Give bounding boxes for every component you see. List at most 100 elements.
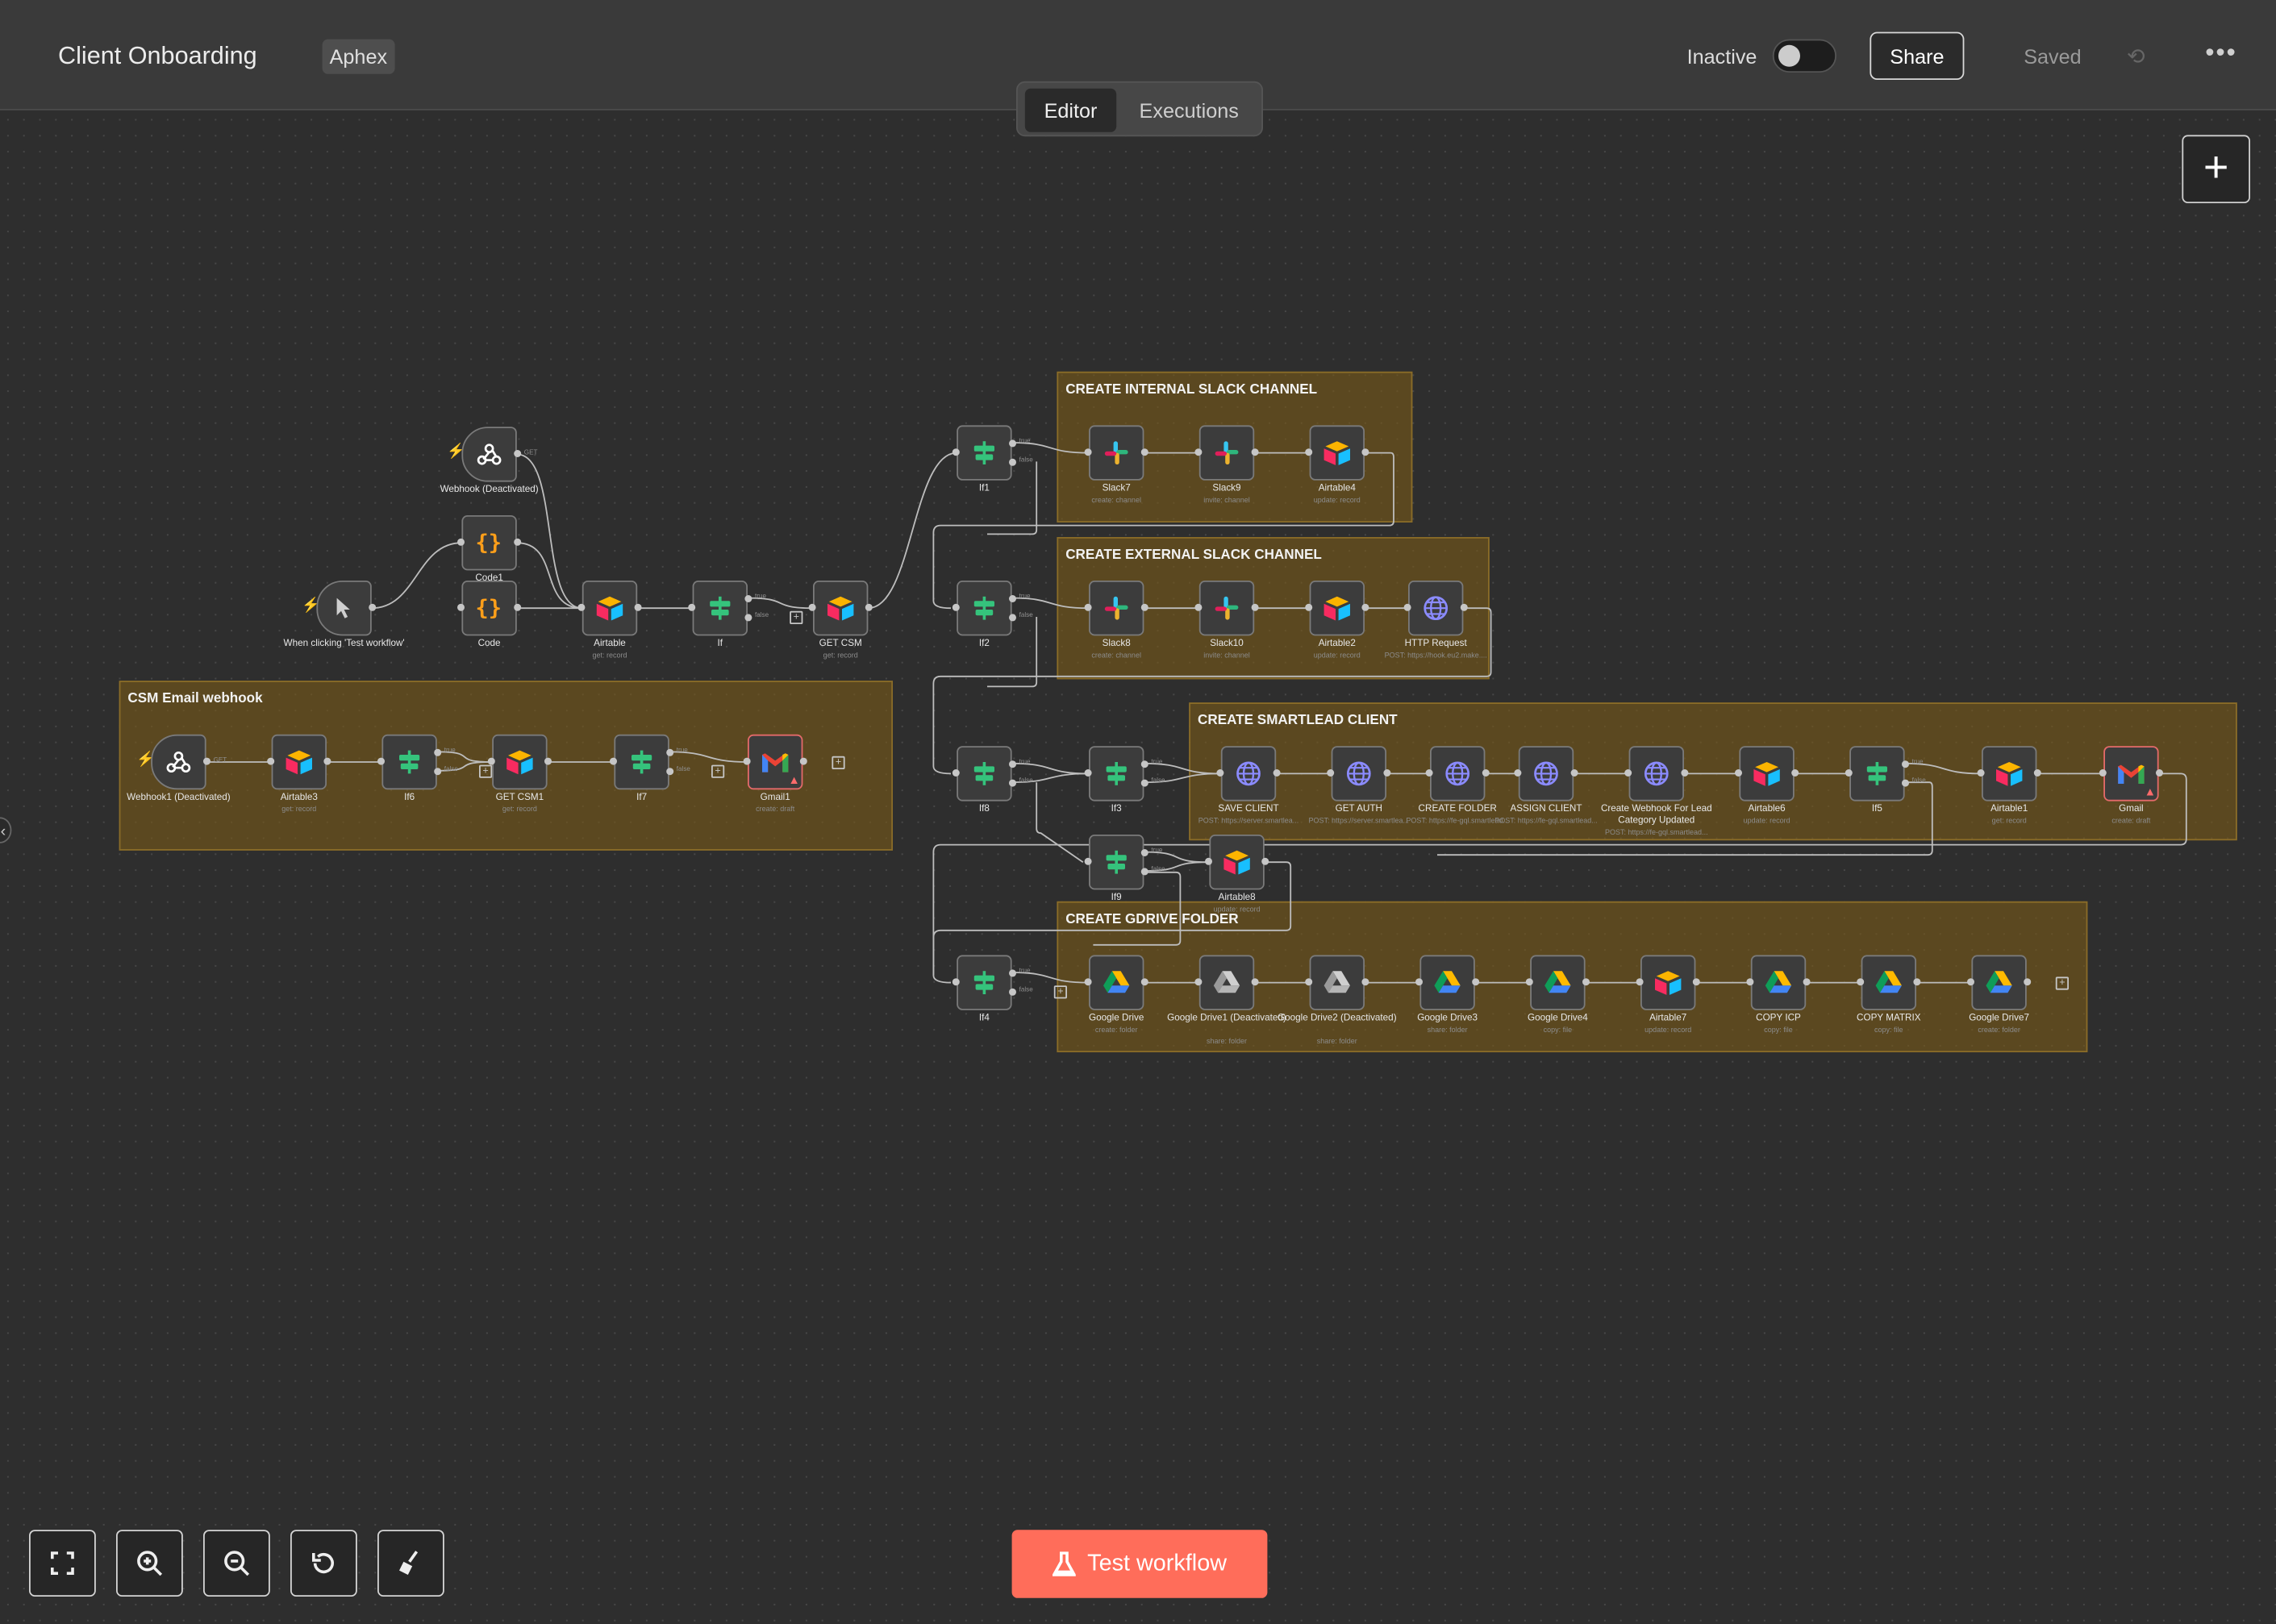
output-port[interactable] xyxy=(1582,978,1590,986)
input-port[interactable] xyxy=(267,757,275,765)
output-port[interactable] xyxy=(544,757,552,765)
output-port-false[interactable] xyxy=(1009,988,1016,996)
zoom-out-button[interactable] xyxy=(203,1530,270,1597)
input-port[interactable] xyxy=(377,757,385,765)
input-port[interactable] xyxy=(1403,603,1411,611)
input-port[interactable] xyxy=(952,978,960,986)
output-port[interactable] xyxy=(1251,978,1259,986)
node-getcsm1[interactable] xyxy=(492,734,548,790)
add-node-plus-icon[interactable]: + xyxy=(711,764,725,778)
output-port[interactable] xyxy=(1251,448,1259,456)
input-port[interactable] xyxy=(1084,448,1092,456)
output-port[interactable] xyxy=(514,538,522,546)
input-port[interactable] xyxy=(1735,769,1742,777)
output-port[interactable] xyxy=(514,450,522,457)
input-port[interactable] xyxy=(1845,769,1853,777)
input-port[interactable] xyxy=(487,757,495,765)
node-webhook[interactable]: ⚡ xyxy=(447,427,517,482)
input-port[interactable] xyxy=(610,757,617,765)
output-port-true[interactable] xyxy=(744,595,752,602)
output-port[interactable] xyxy=(799,757,807,765)
connection[interactable] xyxy=(1144,851,1210,864)
connection[interactable] xyxy=(669,751,748,763)
node-if5[interactable] xyxy=(1849,746,1905,802)
node-webhook1[interactable]: ⚡ xyxy=(136,734,206,790)
zoom-to-fit-button[interactable] xyxy=(29,1530,96,1597)
input-port[interactable] xyxy=(743,757,751,765)
input-port[interactable] xyxy=(1305,978,1313,986)
node-assignclient[interactable] xyxy=(1518,746,1574,802)
node-slack7[interactable] xyxy=(1089,425,1144,481)
output-port-false[interactable] xyxy=(1009,458,1016,466)
input-port[interactable] xyxy=(1857,978,1865,986)
input-port[interactable] xyxy=(1084,769,1092,777)
input-port[interactable] xyxy=(952,769,960,777)
output-port[interactable] xyxy=(1681,769,1689,777)
input-port[interactable] xyxy=(1327,769,1335,777)
output-port[interactable] xyxy=(865,603,873,611)
input-port[interactable] xyxy=(1977,769,1985,777)
output-port-false[interactable] xyxy=(1902,779,1909,787)
node-gdrive1[interactable] xyxy=(1198,955,1255,1010)
output-port[interactable] xyxy=(1140,448,1148,456)
output-port[interactable] xyxy=(1460,603,1468,611)
connection[interactable] xyxy=(868,452,957,610)
output-port[interactable] xyxy=(1251,603,1259,611)
node-slack10[interactable] xyxy=(1198,581,1255,636)
connection[interactable] xyxy=(1011,442,1090,454)
node-if4[interactable] xyxy=(957,955,1012,1010)
connection[interactable] xyxy=(747,597,814,610)
output-port[interactable] xyxy=(1261,857,1269,865)
input-port[interactable] xyxy=(1194,603,1203,611)
output-port-true[interactable] xyxy=(1902,760,1909,768)
connection[interactable] xyxy=(436,751,493,763)
node-copymatrix[interactable] xyxy=(1861,955,1916,1010)
output-port[interactable] xyxy=(1273,769,1281,777)
node-airtable8[interactable] xyxy=(1209,835,1265,890)
node-if[interactable] xyxy=(692,581,748,636)
zoom-in-button[interactable] xyxy=(116,1530,183,1597)
test-workflow-button[interactable]: Test workflow xyxy=(1011,1530,1268,1598)
input-port[interactable] xyxy=(688,603,696,611)
input-port[interactable] xyxy=(1216,769,1224,777)
node-gdrive4[interactable] xyxy=(1530,955,1586,1010)
connection[interactable] xyxy=(1011,762,1090,775)
add-node-plus-icon[interactable]: + xyxy=(479,764,493,778)
input-port[interactable] xyxy=(1084,978,1092,986)
output-port-false[interactable] xyxy=(434,768,442,776)
workflow-canvas[interactable]: Client Onboarding Aphex Inactive Share S… xyxy=(0,0,2276,1624)
input-port[interactable] xyxy=(2099,769,2107,777)
add-node-plus-icon[interactable]: + xyxy=(1053,985,1067,999)
output-port[interactable] xyxy=(1803,978,1811,986)
output-port[interactable] xyxy=(323,757,331,765)
node-createfolder[interactable] xyxy=(1430,746,1486,802)
node-airtable1[interactable] xyxy=(1982,746,2037,802)
input-port[interactable] xyxy=(1084,857,1092,865)
node-if3[interactable] xyxy=(1089,746,1144,802)
node-slack9[interactable] xyxy=(1198,425,1255,481)
output-port[interactable] xyxy=(1692,978,1700,986)
tidy-up-button[interactable] xyxy=(377,1530,444,1597)
node-if6[interactable] xyxy=(381,734,437,790)
connection[interactable] xyxy=(1011,972,1090,984)
output-port[interactable] xyxy=(1383,769,1391,777)
input-port[interactable] xyxy=(1624,769,1632,777)
node-airtable3[interactable] xyxy=(271,734,327,790)
node-createwebhook[interactable] xyxy=(1628,746,1684,802)
output-port[interactable] xyxy=(1361,448,1369,456)
node-gdrive7[interactable] xyxy=(1971,955,2027,1010)
input-port[interactable] xyxy=(1194,978,1203,986)
output-port-true[interactable] xyxy=(1009,760,1016,768)
input-port[interactable] xyxy=(1425,769,1433,777)
input-port[interactable] xyxy=(577,603,586,611)
output-port[interactable] xyxy=(1791,769,1799,777)
output-port-true[interactable] xyxy=(666,748,674,756)
output-port[interactable] xyxy=(2024,978,2032,986)
input-port[interactable] xyxy=(808,603,816,611)
output-port-true[interactable] xyxy=(1009,595,1016,602)
add-node-plus-icon[interactable]: + xyxy=(2055,976,2069,990)
connection[interactable] xyxy=(1011,597,1090,610)
input-port[interactable] xyxy=(1636,978,1644,986)
node-gdrive2[interactable] xyxy=(1309,955,1365,1010)
output-port[interactable] xyxy=(369,603,377,611)
